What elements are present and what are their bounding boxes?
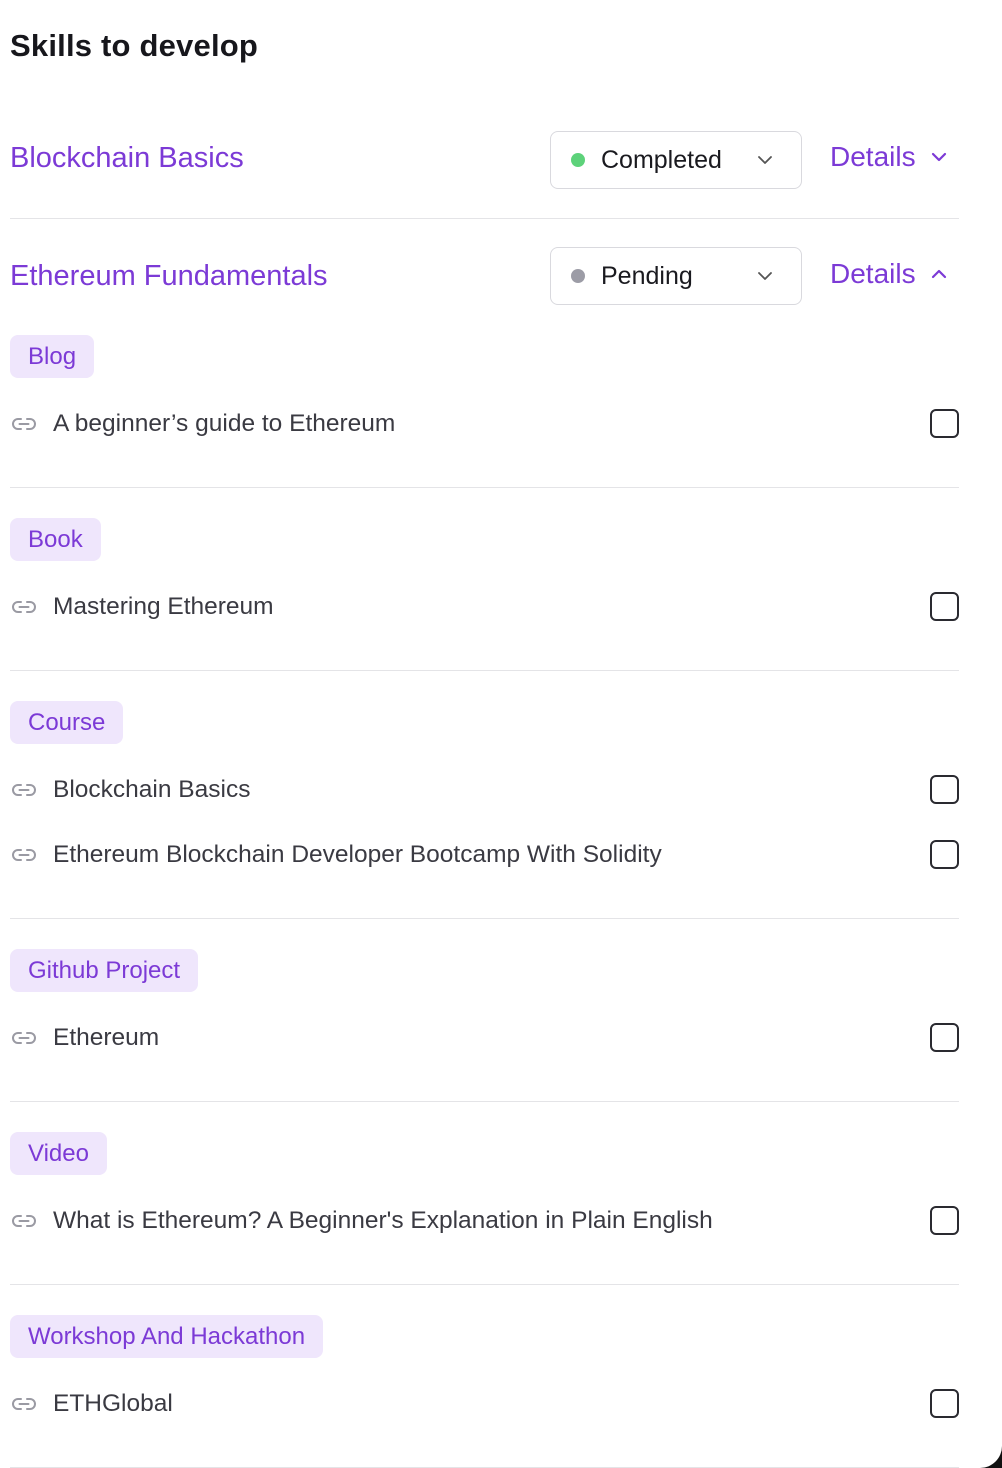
resource-link[interactable]: A beginner’s guide to Ethereum — [53, 410, 930, 438]
skills-panel: Skills to develop Blockchain Basics Comp… — [0, 0, 1002, 1468]
resource-link[interactable]: ETHGlobal — [53, 1390, 930, 1418]
status-dot-completed — [571, 153, 585, 167]
status-dot-pending — [571, 269, 585, 283]
link-icon — [12, 600, 36, 613]
resource-type-tag: Workshop And Hackathon — [10, 1315, 324, 1358]
link-icon — [12, 417, 36, 430]
page-title: Skills to develop — [10, 28, 259, 63]
resource-checkbox[interactable] — [930, 1389, 959, 1418]
details-toggle-button[interactable]: Details — [830, 258, 950, 290]
link-icon — [12, 848, 36, 861]
resource-group-blog: Blog A beginner’s guide to Ethereum — [10, 335, 959, 488]
resource-item: Ethereum Blockchain Developer Bootcamp W… — [10, 822, 959, 887]
resource-group-course: Course Blockchain Basics Ethereum Blockc… — [10, 701, 959, 919]
link-icon — [12, 1031, 36, 1044]
resource-item: Blockchain Basics — [10, 757, 959, 822]
resource-link[interactable]: Mastering Ethereum — [53, 593, 930, 621]
skill-row-blockchain-basics: Blockchain Basics Completed Details — [10, 115, 959, 219]
details-label: Details — [830, 258, 916, 289]
link-icon — [12, 1214, 36, 1227]
resource-group-workshop-and-hackathon: Workshop And Hackathon ETHGlobal — [10, 1315, 959, 1468]
resource-checkbox[interactable] — [930, 409, 959, 438]
link-icon — [12, 1397, 36, 1410]
resource-item: Mastering Ethereum — [10, 574, 959, 639]
status-select[interactable]: Pending — [550, 247, 802, 305]
resource-item: What is Ethereum? A Beginner's Explanati… — [10, 1188, 959, 1253]
details-label: Details — [830, 141, 916, 172]
resource-checkbox[interactable] — [930, 1023, 959, 1052]
resource-item: A beginner’s guide to Ethereum — [10, 391, 959, 456]
skill-name[interactable]: Blockchain Basics — [10, 142, 959, 175]
status-value: Completed — [601, 145, 722, 174]
resource-checkbox[interactable] — [930, 775, 959, 804]
chevron-down-icon — [931, 152, 946, 162]
resource-group-video: Video What is Ethereum? A Beginner's Exp… — [10, 1132, 959, 1285]
resource-type-tag: Blog — [10, 335, 95, 378]
resource-checkbox[interactable] — [930, 1206, 959, 1235]
resource-type-tag: Github Project — [10, 949, 199, 992]
status-value: Pending — [601, 261, 693, 290]
window-corner — [980, 1446, 1002, 1468]
resource-checkbox[interactable] — [930, 840, 959, 869]
resource-type-tag: Video — [10, 1132, 107, 1175]
details-toggle-button[interactable]: Details — [830, 141, 950, 173]
chevron-down-icon — [758, 156, 772, 164]
resource-item: Ethereum — [10, 1005, 959, 1070]
resource-checkbox[interactable] — [930, 592, 959, 621]
resource-group-book: Book Mastering Ethereum — [10, 518, 959, 671]
resource-type-tag: Book — [10, 518, 101, 561]
resource-type-tag: Course — [10, 701, 124, 744]
resource-link[interactable]: Blockchain Basics — [53, 776, 930, 804]
chevron-up-icon — [931, 269, 946, 279]
resource-group-github-project: Github Project Ethereum — [10, 949, 959, 1102]
skill-name[interactable]: Ethereum Fundamentals — [10, 260, 959, 293]
status-select[interactable]: Completed — [550, 131, 802, 189]
resource-link[interactable]: Ethereum Blockchain Developer Bootcamp W… — [53, 841, 930, 869]
resource-link[interactable]: What is Ethereum? A Beginner's Explanati… — [53, 1207, 930, 1235]
chevron-down-icon — [758, 272, 772, 280]
resource-link[interactable]: Ethereum — [53, 1024, 930, 1052]
skill-row-ethereum-fundamentals: Ethereum Fundamentals Pending Details — [10, 232, 959, 320]
link-icon — [12, 783, 36, 796]
resource-item: ETHGlobal — [10, 1371, 959, 1436]
